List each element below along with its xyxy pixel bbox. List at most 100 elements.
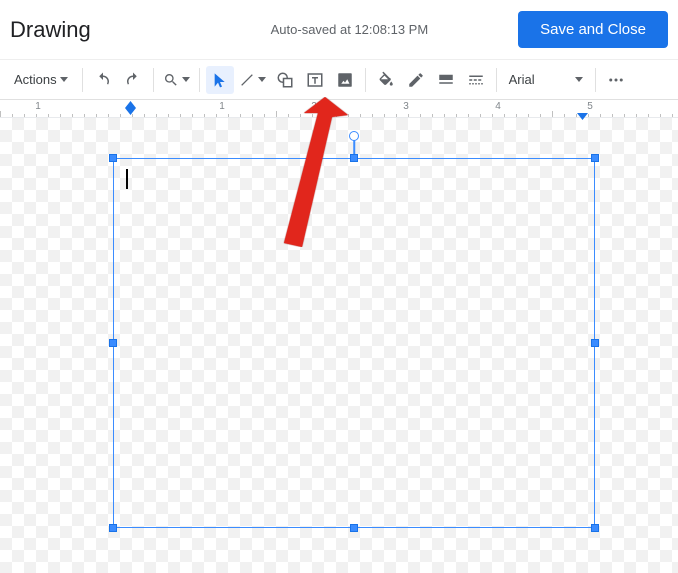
dropdown-icon xyxy=(182,77,190,82)
ruler-tick xyxy=(0,111,1,117)
border-color-icon xyxy=(407,71,425,89)
textbox-tool-button[interactable] xyxy=(301,66,329,94)
ruler-tick xyxy=(348,114,349,117)
text-cursor xyxy=(126,169,128,189)
ruler-tick xyxy=(288,114,289,117)
zoom-button[interactable] xyxy=(160,66,193,94)
border-dash-button[interactable] xyxy=(462,66,490,94)
ruler-tick xyxy=(312,114,313,117)
border-color-button[interactable] xyxy=(402,66,430,94)
dropdown-icon xyxy=(60,77,68,82)
ruler-tick xyxy=(540,114,541,117)
ruler-tick xyxy=(648,114,649,117)
ruler-tick xyxy=(204,114,205,117)
autosave-status: Auto-saved at 12:08:13 PM xyxy=(181,22,518,37)
ruler-tick xyxy=(672,114,673,117)
ruler-tick xyxy=(504,114,505,117)
ruler-number: 1 xyxy=(35,101,41,112)
ruler-tick xyxy=(144,114,145,117)
save-and-close-button[interactable]: Save and Close xyxy=(518,11,668,48)
separator xyxy=(496,68,497,92)
resize-handle-s[interactable] xyxy=(350,524,358,532)
fill-color-button[interactable] xyxy=(372,66,400,94)
ruler-tick xyxy=(72,114,73,117)
ruler-tick xyxy=(432,114,433,117)
ruler-tick xyxy=(108,114,109,117)
more-icon xyxy=(607,71,625,89)
ruler-tick xyxy=(564,114,565,117)
more-button[interactable] xyxy=(602,66,630,94)
undo-button[interactable] xyxy=(89,66,117,94)
ruler-tick xyxy=(120,114,121,117)
dialog-header: Drawing Auto-saved at 12:08:13 PM Save a… xyxy=(0,0,678,60)
actions-label: Actions xyxy=(14,72,57,87)
ruler-number: 4 xyxy=(495,101,501,112)
image-tool-button[interactable] xyxy=(331,66,359,94)
separator xyxy=(199,68,200,92)
border-weight-icon xyxy=(437,71,455,89)
ruler-tick xyxy=(156,114,157,117)
line-tool-button[interactable] xyxy=(236,66,269,94)
ruler-tick xyxy=(36,114,37,117)
ruler-tick xyxy=(372,114,373,117)
ruler-tick xyxy=(492,114,493,117)
ruler-tick xyxy=(444,114,445,117)
select-tool-button[interactable] xyxy=(206,66,234,94)
resize-handle-w[interactable] xyxy=(109,339,117,347)
dialog-title: Drawing xyxy=(10,17,91,43)
ruler-tick xyxy=(408,114,409,117)
resize-handle-sw[interactable] xyxy=(109,524,117,532)
separator xyxy=(82,68,83,92)
drawing-canvas[interactable] xyxy=(0,118,678,573)
resize-handle-se[interactable] xyxy=(591,524,599,532)
ruler-tick xyxy=(96,114,97,117)
resize-handle-n[interactable] xyxy=(350,154,358,162)
shape-icon xyxy=(276,71,294,89)
shape-tool-button[interactable] xyxy=(271,66,299,94)
ruler-tick xyxy=(48,114,49,117)
ruler-tick xyxy=(216,114,217,117)
ruler-tick xyxy=(24,114,25,117)
ruler-tick xyxy=(252,114,253,117)
resize-handle-ne[interactable] xyxy=(591,154,599,162)
redo-button[interactable] xyxy=(119,66,147,94)
ruler-tick xyxy=(588,114,589,117)
separator xyxy=(153,68,154,92)
separator xyxy=(365,68,366,92)
image-icon xyxy=(336,71,354,89)
line-icon xyxy=(239,72,255,88)
toolbar: Actions Arial xyxy=(0,60,678,100)
border-weight-button[interactable] xyxy=(432,66,460,94)
ruler-tick xyxy=(600,114,601,117)
ruler-tick xyxy=(456,114,457,117)
font-family-select[interactable]: Arial xyxy=(503,66,589,94)
separator xyxy=(595,68,596,92)
ruler-tick xyxy=(12,114,13,117)
ruler-tick xyxy=(552,111,553,117)
ruler-tick xyxy=(516,114,517,117)
rotate-handle[interactable] xyxy=(349,131,359,141)
ruler-tick xyxy=(264,114,265,117)
horizontal-ruler: 112345 xyxy=(0,100,678,118)
font-family-label: Arial xyxy=(509,72,535,87)
ruler-tick xyxy=(168,114,169,117)
ruler-number: 5 xyxy=(587,101,593,112)
redo-icon xyxy=(124,71,142,89)
ruler-tick xyxy=(324,114,325,117)
ruler-tick xyxy=(180,114,181,117)
text-box-selection[interactable] xyxy=(113,158,595,528)
zoom-icon xyxy=(163,72,179,88)
select-icon xyxy=(212,72,228,88)
ruler-tick xyxy=(360,114,361,117)
ruler-tick xyxy=(60,114,61,117)
ruler-number: 3 xyxy=(403,101,409,112)
ruler-tick xyxy=(660,114,661,117)
dropdown-icon xyxy=(575,77,583,82)
ruler-tick xyxy=(636,114,637,117)
ruler-tick xyxy=(624,114,625,117)
resize-handle-e[interactable] xyxy=(591,339,599,347)
fill-color-icon xyxy=(377,71,395,89)
actions-menu[interactable]: Actions xyxy=(6,66,76,94)
ruler-number: 1 xyxy=(219,101,225,112)
resize-handle-nw[interactable] xyxy=(109,154,117,162)
